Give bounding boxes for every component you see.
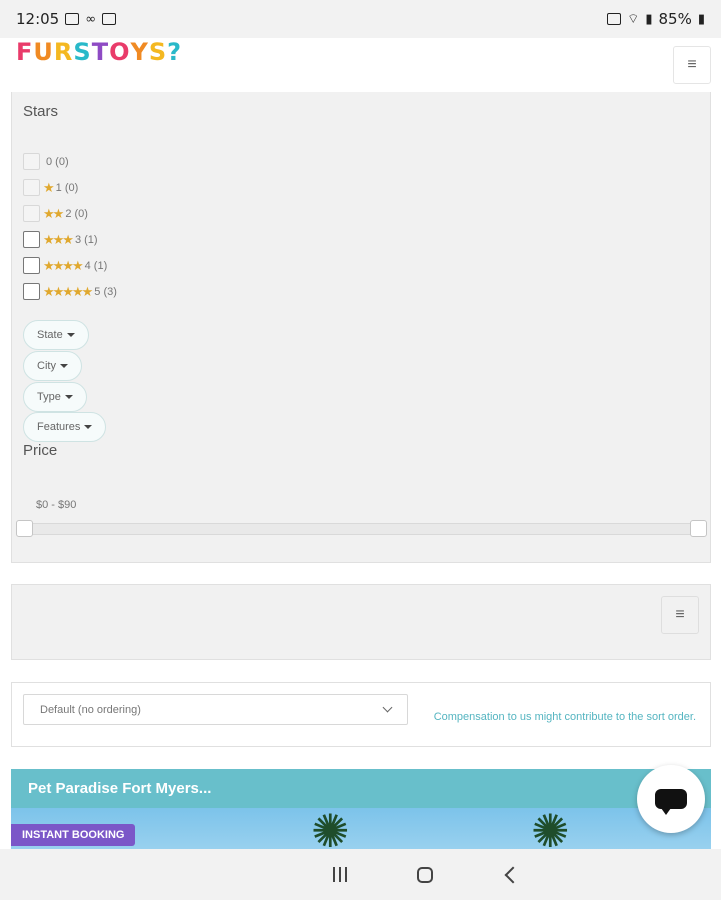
caret-down-icon (59, 364, 68, 368)
price-slider-min-handle[interactable] (16, 520, 33, 537)
type-dropdown-label: Type (37, 391, 61, 403)
star-filter-checkbox[interactable] (23, 231, 40, 248)
secondary-menu-panel: ≡ (11, 584, 711, 660)
logo-letter: O (109, 38, 131, 66)
star-filter-option[interactable]: ★★★★ 4 (1) (23, 257, 107, 274)
listing-title[interactable]: Pet Paradise Fort Myers... (11, 769, 711, 808)
type-dropdown[interactable]: Type (23, 382, 87, 412)
palm-tree-image: ✺ (311, 805, 350, 857)
star-filter-option: 0 (0) (23, 153, 69, 170)
logo-letter: S (148, 38, 168, 66)
sort-selected-value: Default (no ordering) (40, 703, 141, 716)
home-icon[interactable] (416, 866, 433, 883)
chat-button[interactable] (637, 765, 705, 833)
star-filter-label: 4 (1) (84, 259, 108, 272)
star-filter-label: 0 (0) (46, 155, 69, 168)
chat-icon (655, 789, 687, 815)
back-icon[interactable] (504, 866, 521, 883)
star-filter-checkbox[interactable] (23, 283, 40, 300)
site-header: FURSTOYS? ≡ (0, 38, 721, 92)
star-filter-checkbox (23, 205, 40, 222)
caret-down-icon (66, 333, 75, 337)
sort-order-select[interactable]: Default (no ordering) (23, 694, 408, 725)
alarm-icon (607, 13, 622, 25)
status-bar: 12:05 ∞ ⌔ ▮ 85% ▮ (0, 0, 721, 38)
status-time: 12:05 (16, 10, 60, 28)
caret-down-icon (84, 425, 93, 429)
status-bar-left: 12:05 ∞ (16, 10, 117, 28)
city-dropdown-label: City (37, 360, 56, 372)
battery-icon: ▮ (697, 11, 705, 27)
logo-letter: F (16, 38, 34, 66)
star-filter-option[interactable]: ★★★★★ 5 (3) (23, 283, 117, 300)
star-rating-icon: ★ (43, 179, 55, 195)
star-rating-icon: ★★★★ (43, 257, 84, 273)
status-bar-right: ⌔ ▮ 85% ▮ (607, 10, 705, 28)
logo-letter: ? (167, 38, 183, 66)
translate-icon (102, 13, 117, 25)
state-dropdown-label: State (37, 329, 63, 341)
logo-letter: R (53, 38, 74, 66)
listing-card[interactable]: Pet Paradise Fort Myers... ✺ ✺ INSTANT B… (11, 769, 711, 859)
battery-level: 85% (658, 10, 692, 28)
logo-letter: Y (130, 38, 149, 66)
star-filter-label: 1 (0) (55, 181, 79, 194)
filter-panel: Stars 0 (0) ★ 1 (0) ★★ 2 (0) ★★★ 3 (1) ★★★★ 4 (1… (11, 92, 711, 563)
state-dropdown[interactable]: State (23, 320, 89, 350)
star-filter-option: ★★ 2 (0) (23, 205, 88, 222)
price-filter-title: Price (23, 442, 58, 459)
logo-letter: U (33, 38, 54, 66)
secondary-menu-button[interactable]: ≡ (661, 596, 699, 634)
android-nav-bar (0, 849, 721, 900)
star-filter-checkbox[interactable] (23, 257, 40, 274)
wifi-icon: ⌔ (627, 12, 640, 27)
star-filter-checkbox (23, 179, 40, 196)
star-filter-option: ★ 1 (0) (23, 179, 78, 196)
gallery-icon (65, 13, 80, 25)
voicemail-icon: ∞ (85, 11, 97, 27)
signal-icon: ▮ (645, 11, 653, 27)
star-rating-icon: ★★★ (43, 231, 74, 247)
star-rating-icon: ★★ (43, 205, 64, 221)
logo-letter: T (91, 38, 110, 66)
logo-letter: S (73, 38, 92, 66)
recent-apps-icon[interactable] (332, 867, 347, 882)
features-dropdown-label: Features (37, 421, 81, 433)
caret-down-icon (64, 395, 73, 399)
star-filter-label: 3 (1) (74, 233, 98, 246)
star-filter-label: 5 (3) (94, 285, 117, 298)
sort-compensation-note: Compensation to us might contribute to t… (433, 711, 696, 723)
star-rating-icon: ★★★★★ (43, 283, 93, 299)
sort-bar: Default (no ordering) Compensation to us… (11, 682, 711, 747)
star-filter-option[interactable]: ★★★ 3 (1) (23, 231, 98, 248)
star-filter-label: 2 (0) (65, 207, 88, 220)
main-menu-button[interactable]: ≡ (673, 46, 711, 84)
hamburger-icon: ≡ (687, 56, 697, 73)
stars-filter-title: Stars (23, 103, 59, 120)
city-dropdown[interactable]: City (23, 351, 82, 381)
star-filter-checkbox (23, 153, 40, 170)
instant-booking-badge: INSTANT BOOKING (11, 824, 136, 846)
features-dropdown[interactable]: Features (23, 412, 107, 442)
palm-tree-image: ✺ (531, 805, 570, 857)
price-slider-max-handle[interactable] (690, 520, 707, 537)
price-slider-track[interactable] (16, 523, 706, 535)
hamburger-icon: ≡ (675, 606, 685, 623)
furstoys-logo[interactable]: FURSTOYS? (16, 38, 182, 66)
chevron-down-icon (382, 702, 393, 713)
price-range-value: $0 - $90 (36, 499, 77, 511)
